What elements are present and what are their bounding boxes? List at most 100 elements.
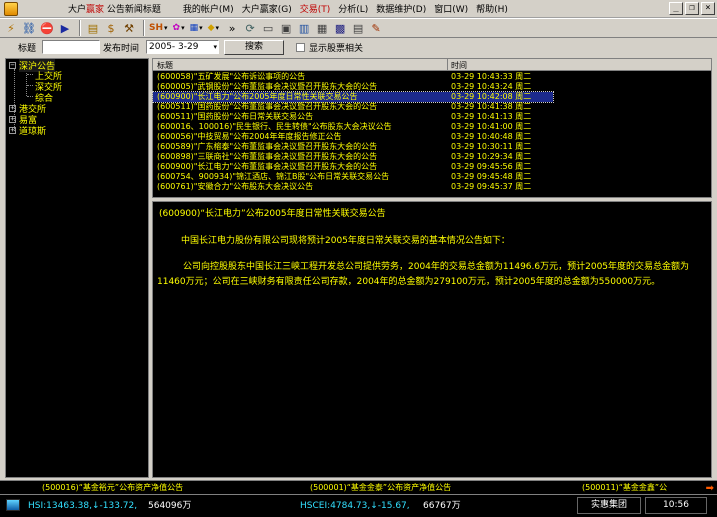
row-time: 03-29 10:43:24 周二 [451,82,532,91]
news-ticker[interactable]: (500016)“基金裕元”公布资产净值公告 (500001)“基金金泰”公布资… [0,480,717,494]
window-icon[interactable]: ▭ [260,20,276,36]
collapse-icon[interactable]: − [9,61,16,69]
menu-help[interactable]: 帮助(H) [472,2,512,15]
connect-icon[interactable]: ⚡ [3,20,19,36]
palette-dropdown[interactable]: ✿ ▾ [173,23,185,33]
list-row[interactable]: (600761)"安徽合力"公布股东大会决议公告 03-29 09:45:37 周… [153,182,553,192]
chevron-right-icon[interactable]: » [224,20,240,36]
palette-icon: ✿ [172,23,181,33]
search-button[interactable]: 搜索 [224,39,285,55]
chart-icon[interactable]: ▤ [85,20,101,36]
chevron-down-icon[interactable]: ▾ [214,41,218,53]
grid-icon[interactable]: ▦ [314,20,330,36]
row-time: 03-29 10:30:11 周二 [451,142,532,151]
tree-connector [27,74,33,75]
expand-icon[interactable]: + [9,115,16,123]
status-clock: 10:56 [645,497,707,514]
tools-icon[interactable]: ⚒ [121,20,137,36]
close-icon[interactable]: × [701,2,715,15]
save-icon[interactable]: ▩ [332,20,348,36]
menu-analysis[interactable]: 分析(L) [334,2,372,15]
window2-icon[interactable]: ▣ [278,20,294,36]
row-title: (600056)"中技贸易"公布2004年年度报告修正公告 [157,132,342,141]
menu-trade[interactable]: 交易(T) [296,2,335,15]
title-suffix: 公告新闻标题 [104,5,161,15]
row-title: (600900)"长江电力"公布董监事会决议暨召开股东大会的公告 [157,162,378,171]
sh-market-dropdown[interactable]: SH ▾ [149,23,168,33]
menu-account[interactable]: 我的帐户(M) [179,2,238,15]
tree-node-dowjones[interactable]: + 道琼斯 [9,125,46,137]
disconnect-icon[interactable]: ⛓ [21,20,37,36]
row-title: (600761)"安徽合力"公布股东大会决议公告 [157,182,314,191]
hscei-volume: 66767万 [423,501,461,511]
hsi-volume: 564096万 [148,501,192,511]
column-resize-handle[interactable] [447,59,448,71]
expand-icon[interactable]: + [9,126,16,134]
list-row-selected[interactable]: (600900)"长江电力"公布2005年度日常性关联交易公告 03-29 10:… [152,91,554,103]
restore-icon[interactable]: ❐ [685,2,699,15]
list-row[interactable]: (600511)"国药股份"公布董监事会决议暨召开股东大会的公告 03-29 10… [153,102,553,112]
list-row[interactable]: (600511)"国药股份"公布日常关联交易公告 03-29 10:41:13 周… [153,112,553,122]
chevron-down-icon: ▾ [164,24,168,32]
menu-data[interactable]: 数据维护(D) [372,2,430,15]
row-time: 03-29 10:41:38 周二 [451,102,532,111]
column-header-time[interactable]: 时间 [451,60,467,71]
column-header-title[interactable]: 标题 [157,60,173,71]
row-title: (600754、900934)"锦江酒店、锦江B股"公布日常关联交易公告 [157,172,390,181]
list-row[interactable]: (600898)"三联商社"公布董监事会决议暨召开股东大会的公告 03-29 10… [153,152,553,162]
search-bar: 标题 发布时间 2005- 3-29 ▾ 搜索 显示股票相关 [0,38,717,56]
tree-node-hkex[interactable]: + 港交所 [9,103,46,115]
window-controls: _ ❐ × [669,2,715,15]
publish-date-picker[interactable]: 2005- 3-29 ▾ [146,40,220,54]
menu-winner[interactable]: 大户赢家(G) [238,2,296,15]
play-icon[interactable]: ▶ [57,20,73,36]
publish-date-value: 2005- 3-29 [149,42,199,52]
tree-node-sse[interactable]: 上交所 [35,70,62,82]
chevron-down-icon: ▾ [215,24,220,32]
list-row[interactable]: (600754、900934)"锦江酒店、锦江B股"公布日常关联交易公告 03-2… [153,172,553,182]
ticker-item[interactable]: (500001)“基金金泰”公布资产净值公告 [310,481,451,495]
app-icon[interactable] [4,1,18,16]
row-time: 03-29 10:42:08 周二 [451,92,532,101]
article-viewer[interactable]: (600900)“长江电力”公布2005年度日常性关联交易公告 中国长江电力股份… [152,201,712,478]
tool-icon[interactable]: ✎ [368,20,384,36]
layout-dropdown[interactable]: ▦ ▾ [190,23,203,33]
graph-icon[interactable]: ▥ [296,20,312,36]
list-row[interactable]: (600016、100016)"民生银行、民生转债"公布股东大会决议公告 03-2… [153,122,553,132]
ticker-item[interactable]: (500016)“基金裕元”公布资产净值公告 [42,481,183,495]
toolbar: ⚡ ⛓ ⛔ ▶ ▤ $ ⚒ SH ▾ ✿ ▾ ▦ ▾ ◆ ▾ » ⟳ ▭ ▣ ▥ ▦ ▩… [0,18,717,38]
dollar-icon[interactable]: $ [103,20,119,36]
list-row[interactable]: (600056)"中技贸易"公布2004年年度报告修正公告 03-29 10:40… [153,132,553,142]
show-related-checkbox[interactable] [296,42,306,52]
menu-window[interactable]: 窗口(W) [430,2,472,15]
stop-icon[interactable]: ⛔ [39,20,55,36]
row-title: (600511)"国药股份"公布日常关联交易公告 [157,112,314,121]
list-row[interactable]: (600589)"广东榕泰"公布董监事会决议暨召开股东大会的公告 03-29 10… [153,142,553,152]
list-row[interactable]: (600005)"武钢股份"公布董监事会决议暨召开股东大会的公告 03-29 10… [153,82,553,92]
expand-icon[interactable]: + [9,104,16,112]
row-time: 03-29 10:41:13 周二 [451,112,532,121]
color-dropdown[interactable]: ◆ ▾ [208,23,219,33]
doc-icon[interactable]: ▤ [350,20,366,36]
show-related-toggle[interactable]: 显示股票相关 [296,41,363,54]
row-time: 03-29 10:41:00 周二 [451,122,532,131]
list-row[interactable]: (600900)"长江电力"公布董监事会决议暨召开股东大会的公告 03-29 09… [153,162,553,172]
list-row[interactable]: (600058)"五矿发展"公布诉讼事项的公告 03-29 10:43:33 周二 [153,72,553,82]
category-tree: − 深沪公告 上交所 深交所 综合 + 港交所 + 易富 + 道琼斯 [5,58,149,478]
tree-node-szse[interactable]: 深交所 [35,81,62,93]
minimize-icon[interactable]: _ [669,2,683,15]
tree-node-yifu[interactable]: + 易富 [9,114,37,126]
status-bar: HSI:13463.38,↓-133.72, 564096万 HSCEI:478… [0,494,717,517]
refresh-icon[interactable]: ⟳ [242,20,258,36]
title-search-input[interactable] [42,40,101,54]
ticker-item[interactable]: (500011)“基金金鑫”公 [582,481,667,495]
hsi-index: HSI:13463.38,↓-133.72, [28,501,138,511]
article-paragraph: 中国长江电力股份有限公司现将预计2005年度日常关联交易的基本情况公告如下： [181,236,510,246]
row-title: (600016、100016)"民生银行、民生转债"公布股东大会决议公告 [157,122,392,131]
window-title: 大户赢家 公告新闻标题 [68,2,161,15]
row-title: (600900)"长江电力"公布2005年度日常性关联交易公告 [157,92,358,101]
tree-node-general[interactable]: 综合 [35,92,53,104]
layout-icon: ▦ [189,23,199,33]
status-app-icon[interactable] [6,499,20,511]
publish-date-label: 发布时间 [103,43,140,54]
